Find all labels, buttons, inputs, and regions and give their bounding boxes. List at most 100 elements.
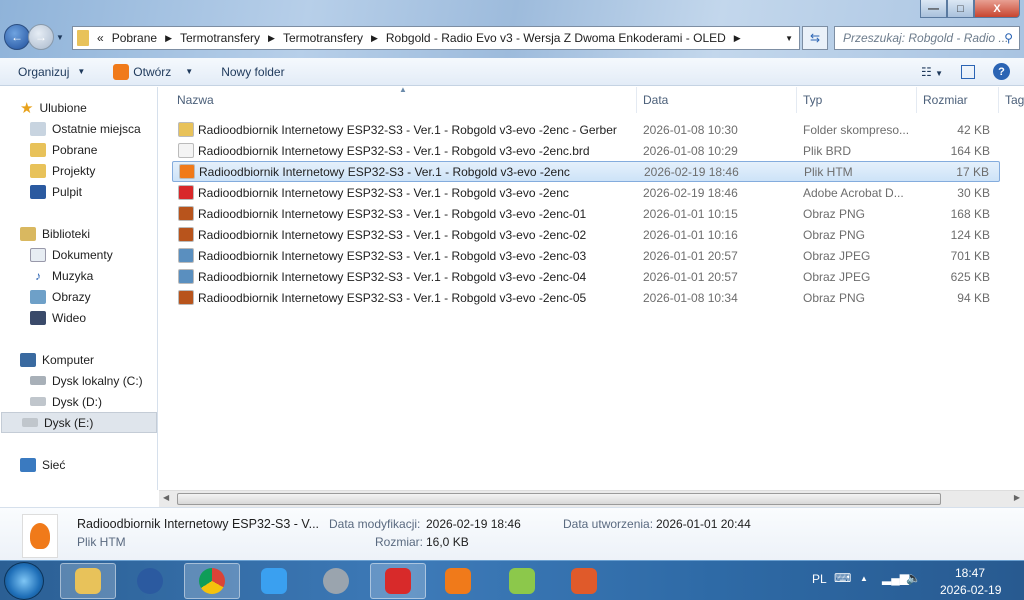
notepad-plus-icon [509,568,535,594]
clock-date[interactable]: 2026-02-19 [940,583,1001,597]
view-options-button[interactable]: ☷ ▼ [921,65,943,79]
file-name: Radioodbiornik Internetowy ESP32-S3 - Ve… [198,227,587,242]
address-history-dropdown[interactable]: ▼ [785,34,793,43]
taskbar-app-p[interactable] [308,563,364,599]
breadcrumb-overflow[interactable]: « [97,31,104,45]
taskbar-explorer[interactable] [60,563,116,599]
nav-downloads[interactable]: Pobrane [30,139,97,160]
file-size: 164 KB [950,143,990,158]
volume-icon[interactable]: 🔈 [906,571,921,585]
file-date: 2026-01-01 10:15 [643,206,738,221]
file-name: Radioodbiornik Internetowy ESP32-S3 - Ve… [198,206,587,221]
nav-drive-c[interactable]: Dysk lokalny (C:) [30,370,143,391]
nav-videos[interactable]: Wideo [30,307,86,328]
nav-label: Sieć [42,457,66,472]
pdf-file-icon [178,185,194,200]
file-type: Adobe Acrobat D... [803,185,904,200]
nav-label: Muzyka [52,268,94,283]
file-row[interactable]: Radioodbiornik Internetowy ESP32-S3 - Ve… [172,140,1000,161]
nav-recent-places[interactable]: Ostatnie miejsca [30,118,141,139]
file-row[interactable]: Radioodbiornik Internetowy ESP32-S3 - Ve… [172,266,1000,287]
breadcrumb-pobrane[interactable]: Pobrane [112,31,157,45]
column-header-name[interactable]: Nazwa [171,87,637,113]
breadcrumb-termotransfery-1[interactable]: Termotransfery [180,31,260,45]
file-size: 124 KB [950,227,990,242]
language-indicator[interactable]: PL [812,572,827,586]
taskbar-app-blue[interactable] [246,563,302,599]
keyboard-icon[interactable]: ⌨ [834,571,851,585]
file-name: Radioodbiornik Internetowy ESP32-S3 - Ve… [198,122,617,137]
column-header-date[interactable]: Data [637,87,797,113]
file-date: 2026-01-01 20:57 [643,248,738,263]
new-folder-button[interactable]: Nowy folder [221,65,284,79]
nav-projects[interactable]: Projekty [30,160,95,181]
maximize-button[interactable]: □ [947,0,974,18]
clock-time[interactable]: 18:47 [955,566,985,580]
computer-icon [20,352,36,367]
nav-network[interactable]: Sieć [20,454,65,475]
file-row[interactable]: Radioodbiornik Internetowy ESP32-S3 - Ve… [172,161,1000,182]
nav-computer[interactable]: Komputer [20,349,94,370]
nav-libraries[interactable]: Biblioteki [20,223,90,244]
address-bar[interactable]: « Pobrane ▶ Termotransfery ▶ Termotransfer… [72,26,800,50]
scrollbar-thumb[interactable] [177,493,941,505]
nav-desktop[interactable]: Pulpit [30,181,82,202]
navigation-pane: ★ Ulubione Ostatnie miejsca Pobrane Proje… [0,87,158,490]
column-header-tags[interactable]: Tag [999,87,1024,113]
file-row[interactable]: Radioodbiornik Internetowy ESP32-S3 - Ve… [172,119,1000,140]
forward-button[interactable]: → [28,24,54,50]
nav-music[interactable]: ♪ Muzyka [30,265,93,286]
scroll-right-arrow[interactable]: ▶ [1014,493,1020,502]
minimize-button[interactable]: — [920,0,947,18]
search-input[interactable]: Przeszukaj: Robgold - Radio ... ⚲ [834,26,1020,50]
command-bar: Organizuj ▼ Otwórz ▼ Nowy folder ☷ ▼ ? [0,58,1024,86]
show-hidden-icons[interactable]: ▲ [860,574,868,583]
close-button[interactable]: X [974,0,1020,18]
taskbar-chrome[interactable] [184,563,240,599]
nav-label: Obrazy [52,289,91,304]
nav-drive-d[interactable]: Dysk (D:) [30,391,102,412]
taskbar-media-player[interactable] [430,563,486,599]
details-pane: Radioodbiornik Internetowy ESP32-S3 - V.… [0,507,1024,560]
file-row[interactable]: Radioodbiornik Internetowy ESP32-S3 - Ve… [172,203,1000,224]
refresh-button[interactable]: ⇆ [802,26,828,50]
file-row[interactable]: Radioodbiornik Internetowy ESP32-S3 - Ve… [172,224,1000,245]
nav-favorites[interactable]: ★ Ulubione [20,97,87,118]
breadcrumb-current-folder[interactable]: Robgold - Radio Evo v3 - Wersja Z Dwoma … [386,31,726,45]
recent-pages-dropdown[interactable]: ▼ [56,33,64,42]
organize-button[interactable]: Organizuj ▼ [18,65,85,79]
help-button[interactable]: ? [993,63,1010,80]
file-date: 2026-01-01 10:16 [643,227,738,242]
taskbar-thunderbird[interactable] [122,563,178,599]
scroll-left-arrow[interactable]: ◀ [163,493,169,502]
column-headers: ▲ Nazwa Data Typ Rozmiar Tag [159,85,1024,113]
file-type: Obraz JPEG [803,269,871,284]
breadcrumb-termotransfery-2[interactable]: Termotransfery [283,31,363,45]
file-size: 42 KB [957,122,990,137]
nav-pictures[interactable]: Obrazy [30,286,91,307]
music-icon: ♪ [35,268,41,283]
back-button[interactable]: ← [4,24,30,50]
app-icon [385,568,411,594]
taskbar-notepad-plus[interactable] [494,563,550,599]
taskbar-app-battery[interactable] [556,563,612,599]
open-button[interactable]: Otwórz ▼ [113,63,193,80]
jpeg-image-icon [178,269,194,284]
start-button[interactable] [4,562,44,600]
file-type: Obraz PNG [803,227,866,242]
network-signal-icon[interactable]: ▂▄▆ [882,571,909,585]
nav-label: Wideo [52,310,87,325]
nav-label: Komputer [42,352,95,367]
nav-label: Pobrane [52,142,98,157]
column-header-size[interactable]: Rozmiar [917,87,999,113]
file-row[interactable]: Radioodbiornik Internetowy ESP32-S3 - Ve… [172,182,1000,203]
horizontal-scrollbar[interactable]: ◀ ▶ [159,490,1024,507]
file-row[interactable]: Radioodbiornik Internetowy ESP32-S3 - Ve… [172,287,1000,308]
file-row[interactable]: Radioodbiornik Internetowy ESP32-S3 - Ve… [172,245,1000,266]
preview-pane-button[interactable] [961,64,975,79]
taskbar-app-red[interactable] [370,563,426,599]
nav-drive-e[interactable]: Dysk (E:) [1,412,157,433]
nav-documents[interactable]: Dokumenty [30,244,113,265]
column-header-type[interactable]: Typ [797,87,917,113]
open-label: Otwórz [133,64,172,79]
